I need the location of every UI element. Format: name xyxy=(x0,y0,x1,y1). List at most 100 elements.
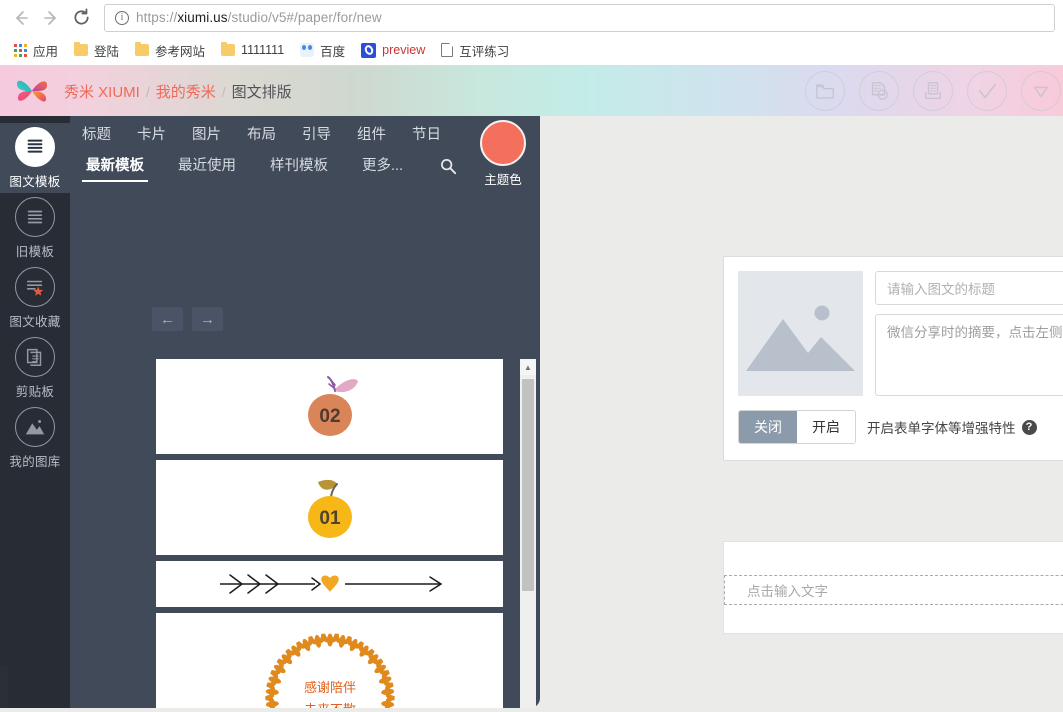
template-thumbnail-apple-01[interactable]: 01 xyxy=(156,460,503,555)
enhanced-feature-text: 开启表单字体等增强特性 xyxy=(867,417,1016,437)
bookmark-peer-review[interactable]: 互评练习 xyxy=(433,38,517,63)
tab-recently-used[interactable]: 最近使用 xyxy=(170,150,244,182)
template-number: 01 xyxy=(319,508,341,529)
bookmark-apps[interactable]: 应用 xyxy=(6,38,66,63)
sidebar-item-label: 图文收藏 xyxy=(9,311,60,330)
xiumi-logo-icon[interactable] xyxy=(12,71,52,111)
bookmark-label: 互评练习 xyxy=(459,41,509,60)
left-sidebar: 图文模板 旧模板 图文收藏 xyxy=(0,116,70,708)
template-wreath-line2: 未来不散 xyxy=(303,702,355,708)
template-nav-arrows: ← → xyxy=(152,307,223,331)
tab-title[interactable]: 标题 xyxy=(82,123,111,144)
bookmark-label: 应用 xyxy=(33,41,58,60)
search-icon[interactable] xyxy=(439,157,457,175)
sidebar-item-my-gallery[interactable]: 我的图库 xyxy=(0,403,70,473)
back-arrow-icon[interactable] xyxy=(6,3,36,33)
sidebar-item-clipboard[interactable]: 剪贴板 xyxy=(0,333,70,403)
template-number: 02 xyxy=(319,406,340,427)
lines-document-icon xyxy=(15,127,55,167)
bookmark-label: 1111111 xyxy=(241,43,284,57)
folder-icon xyxy=(74,44,88,56)
cover-image-placeholder[interactable] xyxy=(738,271,863,396)
tab-more[interactable]: 更多... xyxy=(354,150,411,182)
article-info-fields: 请输入图文的标题 微信分享时的摘要，点击左侧封面 xyxy=(875,271,1063,396)
address-bar[interactable]: i https://xiumi.us/studio/v5#/paper/for/… xyxy=(104,4,1055,32)
url-text: https://xiumi.us/studio/v5#/paper/for/ne… xyxy=(136,10,382,25)
open-folder-button[interactable] xyxy=(805,71,845,111)
bookmark-label: 参考网站 xyxy=(155,41,205,60)
bookmark-label: 登陆 xyxy=(94,41,119,60)
browser-chrome: i https://xiumi.us/studio/v5#/paper/for/… xyxy=(0,0,1063,66)
sidebar-item-old-template[interactable]: 旧模板 xyxy=(0,193,70,263)
tab-sample-template[interactable]: 样刊模板 xyxy=(262,150,336,182)
scrollbar-thumb[interactable] xyxy=(522,379,534,591)
template-wreath-line1: 感谢陪伴 xyxy=(303,680,355,695)
breadcrumb-separator: / xyxy=(146,84,150,100)
page-edge-decoration xyxy=(0,666,8,708)
help-icon[interactable]: ? xyxy=(1022,420,1037,435)
article-title-input[interactable]: 请输入图文的标题 xyxy=(875,271,1063,305)
theme-color-button[interactable]: 主题色 xyxy=(466,116,540,192)
category-tab-row: 标题 卡片 图片 布局 引导 组件 节日 xyxy=(82,123,441,144)
text-block-placeholder[interactable]: 点击输入文字 xyxy=(724,575,1063,605)
article-summary-textarea[interactable]: 微信分享时的摘要，点击左侧封面 xyxy=(875,314,1063,396)
confirm-button[interactable] xyxy=(967,71,1007,111)
tab-layout[interactable]: 布局 xyxy=(247,123,276,144)
sidebar-item-label: 旧模板 xyxy=(16,241,54,260)
tab-component[interactable]: 组件 xyxy=(357,123,386,144)
enhanced-feature-hint: 开启表单字体等增强特性 ? xyxy=(867,417,1037,437)
bookmark-1111111[interactable]: 1111111 xyxy=(213,40,292,60)
breadcrumb-brand[interactable]: 秀米 XIUMI xyxy=(64,81,140,102)
star-document-icon xyxy=(15,267,55,307)
tab-guide[interactable]: 引导 xyxy=(302,123,331,144)
template-thumbnail-arrow-heart-divider[interactable] xyxy=(156,561,503,607)
forward-arrow-icon[interactable] xyxy=(36,3,66,33)
breadcrumb-separator: / xyxy=(222,84,226,100)
more-menu-button[interactable] xyxy=(1021,71,1061,111)
breadcrumb-my-xiumi[interactable]: 我的秀米 xyxy=(156,81,216,102)
sidebar-item-image-text-template[interactable]: 图文模板 xyxy=(0,123,70,193)
folder-icon xyxy=(135,44,149,56)
template-thumbnail-laurel-wreath[interactable]: 感谢陪伴 未来不散 xyxy=(156,613,503,708)
toggle-off-button[interactable]: 关闭 xyxy=(739,411,797,443)
save-button[interactable] xyxy=(913,71,953,111)
lines-document-icon xyxy=(15,197,55,237)
theme-color-swatch xyxy=(480,120,526,166)
bookmark-label: preview xyxy=(382,43,425,57)
enhanced-feature-toggle[interactable]: 关闭 开启 xyxy=(738,410,856,444)
scroll-up-button[interactable]: ▲ xyxy=(520,359,536,375)
prev-page-button[interactable]: ← xyxy=(152,307,183,331)
tab-newest-template[interactable]: 最新模板 xyxy=(78,150,152,182)
next-page-button[interactable]: → xyxy=(192,307,223,331)
app-header: 秀米 XIUMI / 我的秀米 / 图文排版 xyxy=(0,66,1063,116)
sidebar-item-label: 图文模板 xyxy=(9,171,60,190)
bookmark-denglu[interactable]: 登陆 xyxy=(66,38,127,63)
bookmark-baidu[interactable]: 百度 xyxy=(292,38,353,63)
tab-card[interactable]: 卡片 xyxy=(137,123,166,144)
tab-image[interactable]: 图片 xyxy=(192,123,221,144)
toggle-on-button[interactable]: 开启 xyxy=(797,411,855,443)
bookmark-label: 百度 xyxy=(320,41,345,60)
editor-canvas[interactable]: 点击输入文字 xyxy=(723,541,1063,634)
breadcrumb-current: 图文排版 xyxy=(232,81,292,102)
sidebar-item-label: 剪贴板 xyxy=(16,381,54,400)
tab-holiday[interactable]: 节日 xyxy=(412,123,441,144)
template-thumbnail-peach-02[interactable]: 02 xyxy=(156,359,503,454)
article-info-card: 请输入图文的标题 微信分享时的摘要，点击左侧封面 关闭 开启 开启表单字体等增强… xyxy=(723,256,1063,461)
browser-nav-bar: i https://xiumi.us/studio/v5#/paper/for/… xyxy=(0,0,1063,35)
baidu-icon xyxy=(300,43,314,57)
bookmark-preview[interactable]: preview xyxy=(353,40,433,61)
clipboard-icon xyxy=(15,337,55,377)
bookmark-reference-sites[interactable]: 参考网站 xyxy=(127,38,213,63)
reload-icon[interactable] xyxy=(66,3,96,33)
site-info-icon[interactable]: i xyxy=(115,11,129,25)
sidebar-item-favorites[interactable]: 图文收藏 xyxy=(0,263,70,333)
apps-grid-icon xyxy=(14,44,27,57)
article-info-top: 请输入图文的标题 微信分享时的摘要，点击左侧封面 xyxy=(738,271,1063,396)
sub-tab-row: 最新模板 最近使用 样刊模板 更多... xyxy=(78,150,457,182)
folder-icon xyxy=(221,44,235,56)
page-icon xyxy=(441,43,453,57)
template-scrollbar[interactable]: ▲ xyxy=(520,359,536,708)
theme-color-label: 主题色 xyxy=(484,169,522,188)
save-as-button[interactable] xyxy=(859,71,899,111)
